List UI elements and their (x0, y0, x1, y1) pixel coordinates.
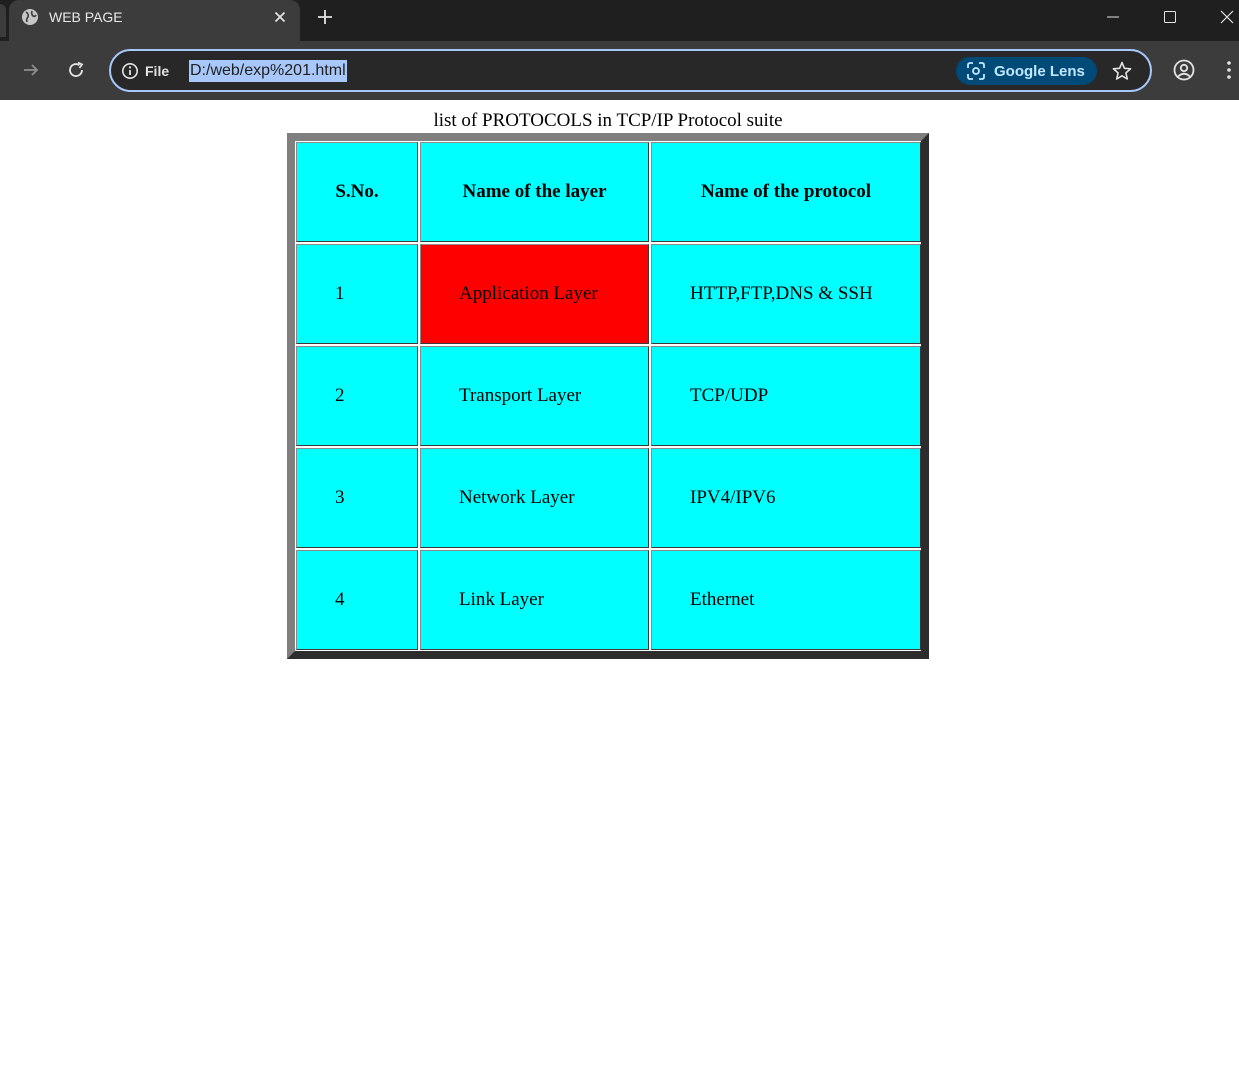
cell-text: Ethernet (690, 589, 755, 610)
table-row-1-sno: 1 (296, 244, 418, 344)
table-caption: list of PROTOCOLS in TCP/IP Protocol sui… (433, 110, 783, 131)
more-menu-icon[interactable] (1221, 58, 1237, 82)
table-row-3-sno: 3 (296, 448, 418, 548)
maximize-icon (1164, 10, 1176, 23)
protocols-table: S.No. Name of the layer Name of the prot… (287, 133, 929, 659)
reload-icon (69, 61, 84, 77)
bookmark-star-icon[interactable] (1111, 60, 1133, 82)
table-row-2-sno: 2 (296, 346, 418, 446)
header-layer-name: Name of the layer (420, 142, 649, 242)
google-lens-button[interactable]: Google Lens (956, 57, 1097, 85)
globe-icon (22, 9, 38, 25)
lens-icon (967, 62, 985, 80)
url-field[interactable]: D:/web/exp%201.html (189, 60, 347, 82)
table-row-3-layer: Network Layer (420, 448, 649, 548)
tab-title: WEB PAGE (49, 9, 123, 25)
cell-text: 3 (335, 487, 345, 508)
cell-text: 2 (335, 385, 345, 406)
cell-text: 1 (335, 283, 345, 304)
cell-text: TCP/UDP (690, 385, 769, 406)
cell-text: HTTP,FTP,DNS & SSH (690, 283, 873, 304)
header-protocol-name: Name of the protocol (651, 142, 921, 242)
site-info-button[interactable]: File (121, 61, 169, 81)
cell-text: Application Layer (459, 283, 598, 304)
cell-text: 4 (335, 589, 345, 610)
active-tab[interactable]: WEB PAGE (9, 0, 300, 41)
toolbar: File D:/web/exp%201.html Google Lens (0, 41, 1239, 100)
header-protocol-name-label: Name of the protocol (700, 181, 872, 202)
profile-icon[interactable] (1172, 58, 1196, 82)
table-row-4-layer: Link Layer (420, 550, 649, 650)
table-row-1-layer: Application Layer (420, 244, 649, 344)
close-icon (1220, 10, 1234, 23)
info-icon (122, 63, 138, 79)
tab-bar: WEB PAGE (0, 0, 1239, 41)
header-sno: S.No. (296, 142, 418, 242)
cell-text: Transport Layer (459, 385, 582, 406)
minimize-icon (1107, 16, 1119, 17)
table-row-4-sno: 4 (296, 550, 418, 650)
header-sno-label: S.No. (335, 181, 379, 202)
cell-text: IPV4/IPV6 (690, 487, 776, 508)
lens-label: Google Lens (994, 62, 1085, 80)
forward-button[interactable] (19, 58, 43, 82)
reload-button[interactable] (64, 58, 88, 82)
close-window-button[interactable] (1207, 0, 1239, 33)
table-row-4-protocol: Ethernet (651, 550, 921, 650)
header-layer-name-label: Name of the layer (462, 181, 607, 202)
table-row-1-protocol: HTTP,FTP,DNS & SSH (651, 244, 921, 344)
page-content: list of PROTOCOLS in TCP/IP Protocol sui… (0, 100, 1239, 1065)
close-tab-icon[interactable] (271, 8, 289, 26)
tab-edge (0, 4, 6, 37)
table-row-3-protocol: IPV4/IPV6 (651, 448, 921, 548)
cell-text: Network Layer (459, 487, 575, 508)
minimize-button[interactable] (1093, 0, 1133, 33)
table-row-2-protocol: TCP/UDP (651, 346, 921, 446)
maximize-button[interactable] (1150, 0, 1190, 33)
table-row-2-layer: Transport Layer (420, 346, 649, 446)
address-bar[interactable]: File D:/web/exp%201.html Google Lens (109, 49, 1152, 92)
cell-text: Link Layer (459, 589, 544, 610)
site-info-label: File (145, 63, 170, 79)
arrow-right-icon (24, 64, 39, 76)
new-tab-icon[interactable] (315, 7, 335, 27)
